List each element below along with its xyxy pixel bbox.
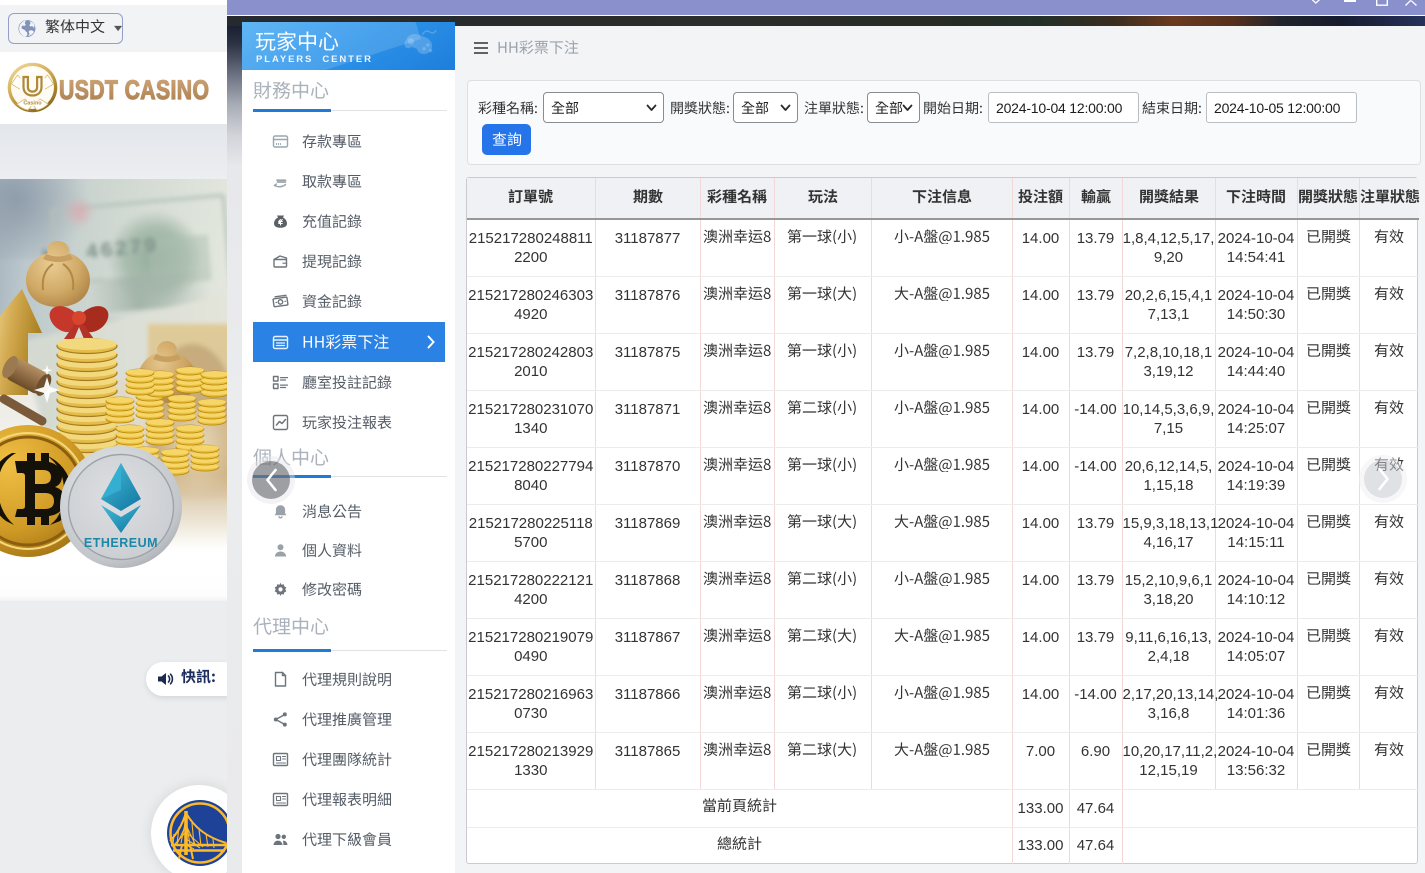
svg-text:Casino: Casino xyxy=(23,101,42,107)
svg-text:USDT CASINO: USDT CASINO xyxy=(59,76,209,106)
svg-text:ETHEREUM: ETHEREUM xyxy=(84,536,158,550)
